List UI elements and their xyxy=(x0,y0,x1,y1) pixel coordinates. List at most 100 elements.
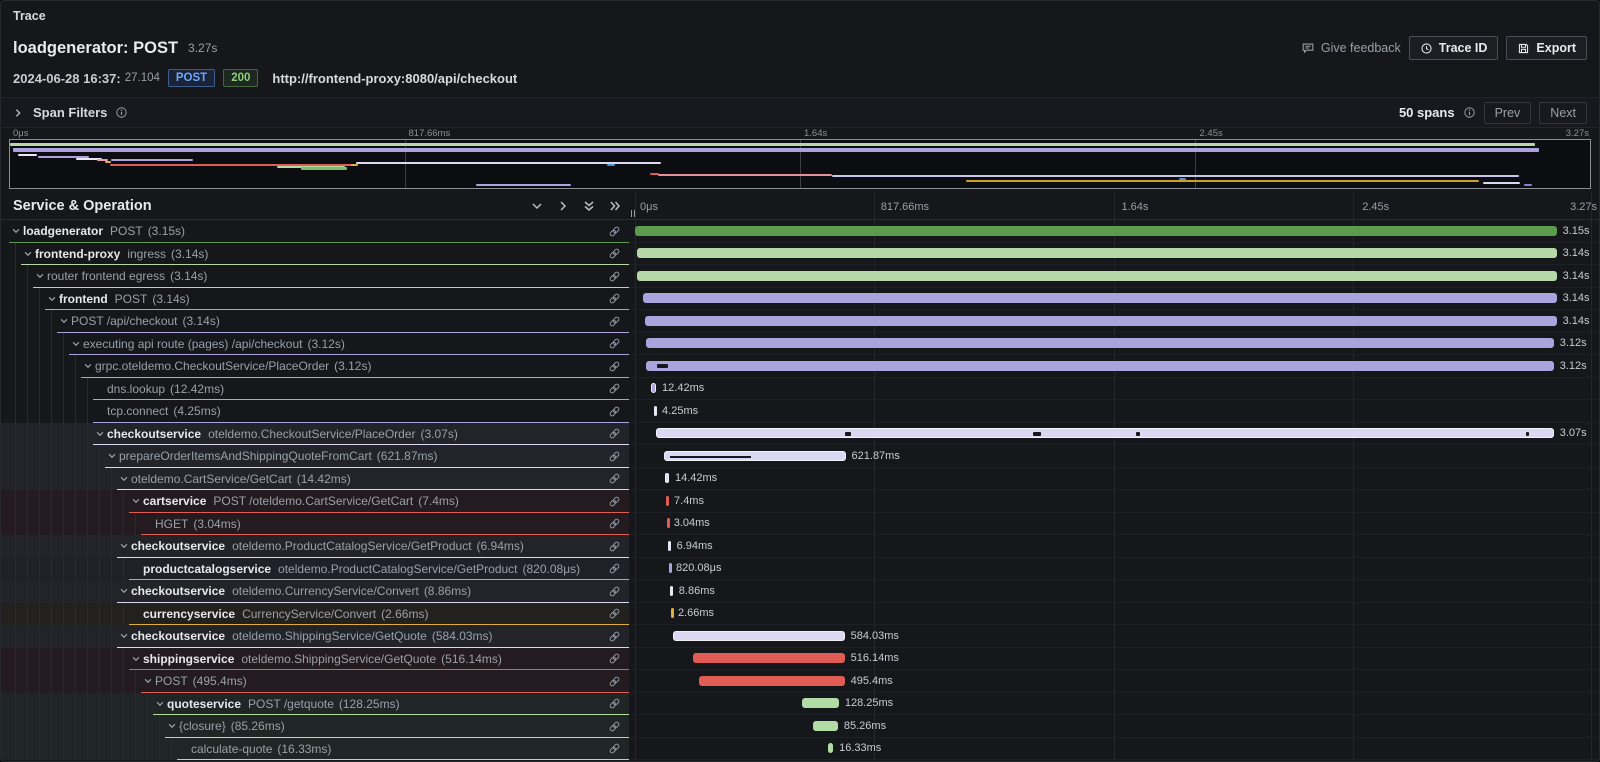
chevron-down-icon[interactable] xyxy=(33,271,47,281)
span-bar[interactable] xyxy=(643,293,1557,303)
span-filters-toggle[interactable]: Span Filters xyxy=(33,105,107,120)
span-row[interactable]: router frontend egress(3.14s)3.14s xyxy=(1,265,1599,288)
span-bar[interactable] xyxy=(666,496,669,506)
span-row[interactable]: tcp.connect(4.25ms)4.25ms xyxy=(1,400,1599,423)
link-icon[interactable] xyxy=(608,675,621,688)
span-row-label-cell[interactable]: cartservicePOST /oteldemo.CartService/Ge… xyxy=(1,490,629,513)
link-icon[interactable] xyxy=(608,607,621,620)
span-row-label-cell[interactable]: {closure}(85.26ms) xyxy=(1,715,629,738)
span-row[interactable]: productcatalogserviceoteldemo.ProductCat… xyxy=(1,558,1599,581)
span-bar[interactable] xyxy=(828,743,833,753)
link-icon[interactable] xyxy=(608,225,621,238)
minimap[interactable] xyxy=(9,139,1591,189)
link-icon[interactable] xyxy=(608,450,621,463)
span-row-label-cell[interactable]: HGET(3.04ms) xyxy=(1,513,629,536)
link-icon[interactable] xyxy=(608,697,621,710)
span-row-label-cell[interactable]: executing api route (pages) /api/checkou… xyxy=(1,333,629,356)
link-icon[interactable] xyxy=(608,652,621,665)
span-row-label-cell[interactable]: checkoutserviceoteldemo.CurrencyService/… xyxy=(1,580,629,603)
link-icon[interactable] xyxy=(608,630,621,643)
chevron-down-icon[interactable] xyxy=(117,541,131,551)
chevron-down-icon[interactable] xyxy=(69,339,83,349)
span-row-label-cell[interactable]: grpc.oteldemo.CheckoutService/PlaceOrder… xyxy=(1,355,629,378)
span-row-label-cell[interactable]: checkoutserviceoteldemo.ProductCatalogSe… xyxy=(1,535,629,558)
span-row[interactable]: dns.lookup(12.42ms)12.42ms xyxy=(1,378,1599,401)
chevron-down-icon[interactable] xyxy=(81,361,95,371)
chevron-down-icon[interactable] xyxy=(93,429,107,439)
span-bar[interactable] xyxy=(651,383,656,393)
link-icon[interactable] xyxy=(608,517,621,530)
span-bar[interactable] xyxy=(802,698,839,708)
span-row-label-cell[interactable]: productcatalogserviceoteldemo.ProductCat… xyxy=(1,558,629,581)
span-row[interactable]: shippingserviceoteldemo.ShippingService/… xyxy=(1,648,1599,671)
collapse-all-icon[interactable] xyxy=(583,200,595,212)
span-bar[interactable] xyxy=(673,631,844,641)
span-bar[interactable] xyxy=(813,721,838,731)
span-bar[interactable] xyxy=(656,428,1554,438)
span-row[interactable]: HGET(3.04ms)3.04ms xyxy=(1,513,1599,536)
link-icon[interactable] xyxy=(608,540,621,553)
span-bar[interactable] xyxy=(669,563,672,573)
span-bar[interactable] xyxy=(667,518,670,528)
link-icon[interactable] xyxy=(608,315,621,328)
span-bar[interactable] xyxy=(665,473,669,483)
chevron-down-icon[interactable] xyxy=(9,226,23,236)
span-row[interactable]: cartservicePOST /oteldemo.CartService/Ge… xyxy=(1,490,1599,513)
prev-button[interactable]: Prev xyxy=(1484,102,1532,124)
link-icon[interactable] xyxy=(608,270,621,283)
span-bar[interactable] xyxy=(668,541,671,551)
collapse-one-icon[interactable] xyxy=(531,200,543,212)
chevron-down-icon[interactable] xyxy=(141,676,155,686)
span-bar[interactable] xyxy=(635,226,1557,236)
chevron-down-icon[interactable] xyxy=(45,294,59,304)
span-row-label-cell[interactable]: loadgeneratorPOST(3.15s) xyxy=(1,220,629,243)
chevron-right-icon[interactable] xyxy=(13,108,23,118)
span-bar[interactable] xyxy=(645,316,1557,326)
span-bar[interactable] xyxy=(646,338,1554,348)
span-row-label-cell[interactable]: checkoutserviceoteldemo.CheckoutService/… xyxy=(1,423,629,446)
link-icon[interactable] xyxy=(608,585,621,598)
link-icon[interactable] xyxy=(608,337,621,350)
span-row-label-cell[interactable]: frontendPOST(3.14s) xyxy=(1,288,629,311)
span-row[interactable]: POST(495.4ms)495.4ms xyxy=(1,670,1599,693)
span-row[interactable]: checkoutserviceoteldemo.CurrencyService/… xyxy=(1,580,1599,603)
span-row-label-cell[interactable]: checkoutserviceoteldemo.ShippingService/… xyxy=(1,625,629,648)
span-row[interactable]: calculate-quote(16.33ms)16.33ms xyxy=(1,738,1599,761)
chevron-down-icon[interactable] xyxy=(105,451,119,461)
link-icon[interactable] xyxy=(608,720,621,733)
chevron-down-icon[interactable] xyxy=(117,586,131,596)
trace-id-button[interactable]: Trace ID xyxy=(1409,36,1499,60)
link-icon[interactable] xyxy=(608,360,621,373)
give-feedback-button[interactable]: Give feedback xyxy=(1301,41,1401,55)
span-row-label-cell[interactable]: POST(495.4ms) xyxy=(1,670,629,693)
span-bar[interactable] xyxy=(664,451,846,461)
span-row[interactable]: POST /api/checkout(3.14s)3.14s xyxy=(1,310,1599,333)
link-icon[interactable] xyxy=(608,562,621,575)
link-icon[interactable] xyxy=(608,472,621,485)
span-bar[interactable] xyxy=(671,608,674,618)
link-icon[interactable] xyxy=(608,382,621,395)
chevron-down-icon[interactable] xyxy=(165,721,179,731)
span-row-label-cell[interactable]: frontend-proxyingress(3.14s) xyxy=(1,243,629,266)
span-bar[interactable] xyxy=(646,361,1553,371)
chevron-down-icon[interactable] xyxy=(21,249,35,259)
span-row[interactable]: frontendPOST(3.14s)3.14s xyxy=(1,288,1599,311)
span-row[interactable]: {closure}(85.26ms)85.26ms xyxy=(1,715,1599,738)
link-icon[interactable] xyxy=(608,427,621,440)
chevron-down-icon[interactable] xyxy=(57,316,71,326)
expand-one-icon[interactable] xyxy=(557,200,569,212)
link-icon[interactable] xyxy=(608,405,621,418)
next-button[interactable]: Next xyxy=(1539,102,1587,124)
span-row[interactable]: checkoutserviceoteldemo.CheckoutService/… xyxy=(1,423,1599,446)
span-bar[interactable] xyxy=(693,653,844,663)
chevron-down-icon[interactable] xyxy=(153,699,167,709)
span-row[interactable]: loadgeneratorPOST(3.15s)3.15s xyxy=(1,220,1599,243)
chevron-down-icon[interactable] xyxy=(129,496,143,506)
span-row-label-cell[interactable]: shippingserviceoteldemo.ShippingService/… xyxy=(1,648,629,671)
span-row-label-cell[interactable]: POST /api/checkout(3.14s) xyxy=(1,310,629,333)
span-bar[interactable] xyxy=(654,406,657,416)
span-row-label-cell[interactable]: tcp.connect(4.25ms) xyxy=(1,400,629,423)
link-icon[interactable] xyxy=(608,247,621,260)
span-row[interactable]: executing api route (pages) /api/checkou… xyxy=(1,333,1599,356)
span-row[interactable]: checkoutserviceoteldemo.ShippingService/… xyxy=(1,625,1599,648)
